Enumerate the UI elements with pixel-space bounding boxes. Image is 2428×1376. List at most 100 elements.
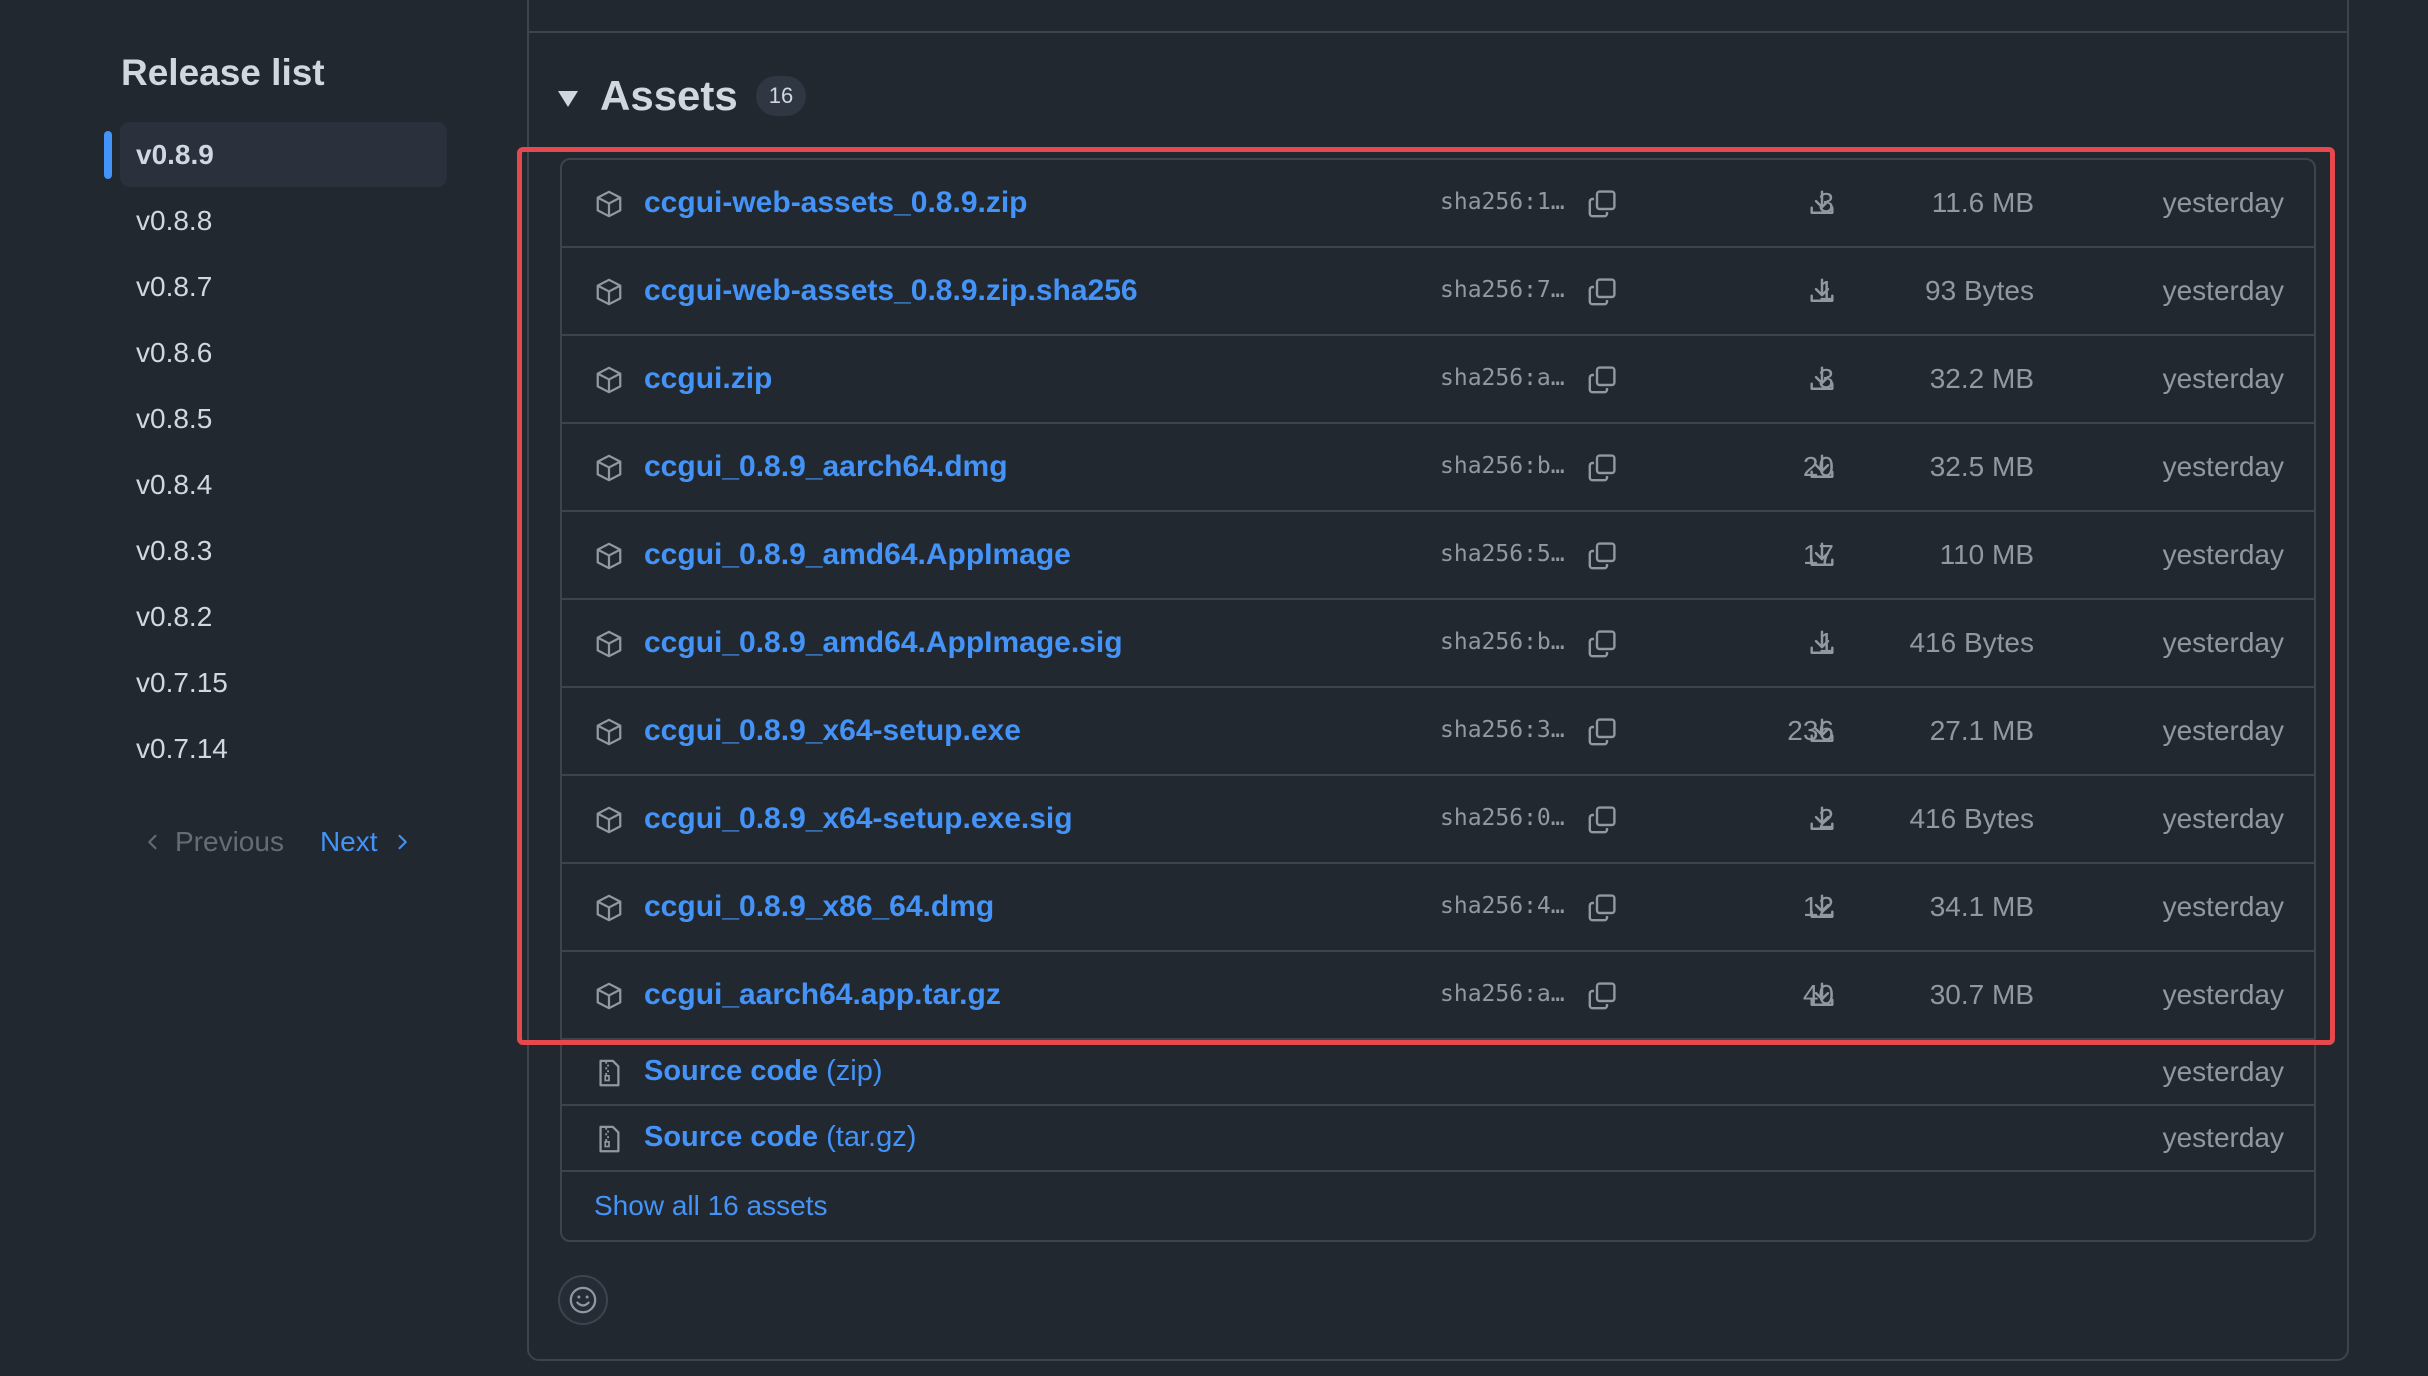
- copy-icon[interactable]: [1586, 716, 1618, 748]
- smiley-icon: [569, 1286, 597, 1314]
- add-reaction-button[interactable]: [558, 1275, 608, 1325]
- asset-date: yesterday: [2162, 979, 2284, 1010]
- asset-file-link[interactable]: ccgui_0.8.9_amd64.AppImage.sig: [644, 626, 1123, 660]
- release-item-v0-8-2[interactable]: v0.8.2: [104, 584, 447, 650]
- package-icon: [594, 189, 624, 219]
- source-code-link[interactable]: Source code (tar.gz): [644, 1121, 916, 1154]
- assets-toggle[interactable]: Assets 16: [558, 72, 807, 120]
- asset-sha-digest: sha256:a…: [1440, 365, 1565, 391]
- asset-sha-digest: sha256:3…: [1440, 717, 1565, 743]
- asset-file-link[interactable]: ccgui_0.8.9_x86_64.dmg: [644, 890, 994, 924]
- copy-icon[interactable]: [1586, 540, 1618, 572]
- package-icon: [594, 541, 624, 571]
- asset-row: ccgui_aarch64.app.tar.gz sha256:a… 40 30.7 …: [562, 952, 2314, 1040]
- asset-row: ccgui_0.8.9_aarch64.dmg sha256:b… 20 32.5 M…: [562, 424, 2314, 512]
- asset-file-link[interactable]: ccgui.zip: [644, 362, 772, 396]
- release-item-label: v0.8.2: [136, 601, 213, 632]
- release-list-sidebar: Release list v0.8.9 v0.8.8 v0.8.7 v0.8.6 v0.…: [0, 0, 500, 1376]
- asset-size: 93 Bytes: [1925, 275, 2034, 306]
- release-item-v0-8-6[interactable]: v0.8.6: [104, 320, 447, 386]
- copy-icon[interactable]: [1586, 188, 1618, 220]
- download-icon: [1807, 452, 1837, 482]
- release-item-label: v0.8.7: [136, 271, 213, 302]
- copy-icon[interactable]: [1586, 628, 1618, 660]
- release-item-label: v0.7.15: [136, 667, 228, 698]
- release-list: v0.8.9 v0.8.8 v0.8.7 v0.8.6 v0.8.5 v0.8.4 v0.8…: [104, 122, 447, 782]
- download-icon: [1807, 716, 1837, 746]
- package-icon: [594, 893, 624, 923]
- copy-icon[interactable]: [1586, 804, 1618, 836]
- package-icon: [594, 453, 624, 483]
- file-zip-icon: [594, 1058, 624, 1088]
- next-label: Next: [319, 826, 378, 857]
- asset-row: ccgui_0.8.9_x86_64.dmg sha256:4… 12 34.1 MB…: [562, 864, 2314, 952]
- download-icon: [1807, 540, 1837, 570]
- release-item-label: v0.8.9: [136, 139, 214, 170]
- source-code-label: Source code: [644, 1055, 819, 1087]
- next-button[interactable]: Next: [320, 826, 412, 858]
- chevron-right-icon: [398, 834, 407, 850]
- asset-sha-digest: sha256:b…: [1440, 629, 1565, 655]
- asset-file-link[interactable]: ccgui_0.8.9_x64-setup.exe: [644, 714, 1021, 748]
- source-code-row: Source code (zip) yesterday: [562, 1040, 2314, 1106]
- release-item-label: v0.8.8: [136, 205, 213, 236]
- assets-title: Assets: [600, 72, 738, 119]
- asset-file-link[interactable]: ccgui-web-assets_0.8.9.zip: [644, 186, 1028, 220]
- asset-size: 34.1 MB: [1929, 891, 2034, 922]
- asset-file-link[interactable]: ccgui_0.8.9_aarch64.dmg: [644, 450, 1008, 484]
- copy-icon[interactable]: [1586, 452, 1618, 484]
- asset-row: ccgui.zip sha256:a… 3 32.2 MB yesterday: [562, 336, 2314, 424]
- asset-sha-digest: sha256:0…: [1440, 805, 1565, 831]
- copy-icon[interactable]: [1586, 980, 1618, 1012]
- release-item-v0-8-7[interactable]: v0.8.7: [104, 254, 447, 320]
- download-icon: [1807, 628, 1837, 658]
- source-code-format: (zip): [826, 1055, 883, 1087]
- asset-row: ccgui_0.8.9_x64-setup.exe sha256:3… 236 27.…: [562, 688, 2314, 776]
- asset-row: ccgui-web-assets_0.8.9.zip sha256:1… 3 11.6…: [562, 160, 2314, 248]
- asset-size: 32.2 MB: [1929, 363, 2034, 394]
- caret-down-icon: [558, 91, 578, 107]
- asset-date: yesterday: [2162, 627, 2284, 658]
- asset-row: ccgui_0.8.9_amd64.AppImage sha256:5… 17 110…: [562, 512, 2314, 600]
- release-list-title: Release list: [121, 52, 325, 93]
- asset-sha-digest: sha256:5…: [1440, 541, 1565, 567]
- asset-size: 27.1 MB: [1929, 715, 2034, 746]
- copy-icon[interactable]: [1586, 892, 1618, 924]
- asset-row: ccgui_0.8.9_amd64.AppImage.sig sha256:b… 1…: [562, 600, 2314, 688]
- asset-sha-digest: sha256:7…: [1440, 277, 1565, 303]
- asset-file-link[interactable]: ccgui_aarch64.app.tar.gz: [644, 978, 1001, 1012]
- release-item-v0-8-9[interactable]: v0.8.9: [104, 122, 447, 188]
- asset-date: yesterday: [2162, 891, 2284, 922]
- download-icon: [1807, 804, 1837, 834]
- package-icon: [594, 717, 624, 747]
- download-icon: [1807, 276, 1837, 306]
- release-item-v0-7-15[interactable]: v0.7.15: [104, 650, 447, 716]
- release-item-v0-8-5[interactable]: v0.8.5: [104, 386, 447, 452]
- asset-file-link[interactable]: ccgui-web-assets_0.8.9.zip.sha256: [644, 274, 1138, 308]
- asset-size: 110 MB: [1939, 539, 2034, 570]
- package-icon: [594, 277, 624, 307]
- release-item-label: v0.8.5: [136, 403, 213, 434]
- asset-size: 416 Bytes: [1909, 803, 2034, 834]
- package-icon: [594, 629, 624, 659]
- release-item-v0-7-14[interactable]: v0.7.14: [104, 716, 447, 782]
- source-code-link[interactable]: Source code (zip): [644, 1055, 883, 1088]
- package-icon: [594, 981, 624, 1011]
- asset-file-link[interactable]: ccgui_0.8.9_amd64.AppImage: [644, 538, 1071, 572]
- copy-icon[interactable]: [1586, 276, 1618, 308]
- section-divider: [527, 31, 2349, 33]
- asset-file-link[interactable]: ccgui_0.8.9_x64-setup.exe.sig: [644, 802, 1073, 836]
- source-code-row: Source code (tar.gz) yesterday: [562, 1106, 2314, 1172]
- asset-sha-digest: sha256:a…: [1440, 981, 1565, 1007]
- copy-icon[interactable]: [1586, 364, 1618, 396]
- show-all-assets-link[interactable]: Show all 16 assets: [594, 1190, 827, 1222]
- source-code-format: (tar.gz): [826, 1121, 917, 1153]
- release-item-v0-8-3[interactable]: v0.8.3: [104, 518, 447, 584]
- asset-date: yesterday: [2162, 275, 2284, 306]
- source-code-date: yesterday: [2162, 1056, 2284, 1087]
- assets-list: ccgui-web-assets_0.8.9.zip sha256:1… 3 11.6…: [560, 158, 2316, 1242]
- asset-date: yesterday: [2162, 715, 2284, 746]
- release-item-v0-8-8[interactable]: v0.8.8: [104, 188, 447, 254]
- release-item-v0-8-4[interactable]: v0.8.4: [104, 452, 447, 518]
- release-item-label: v0.8.4: [136, 469, 213, 500]
